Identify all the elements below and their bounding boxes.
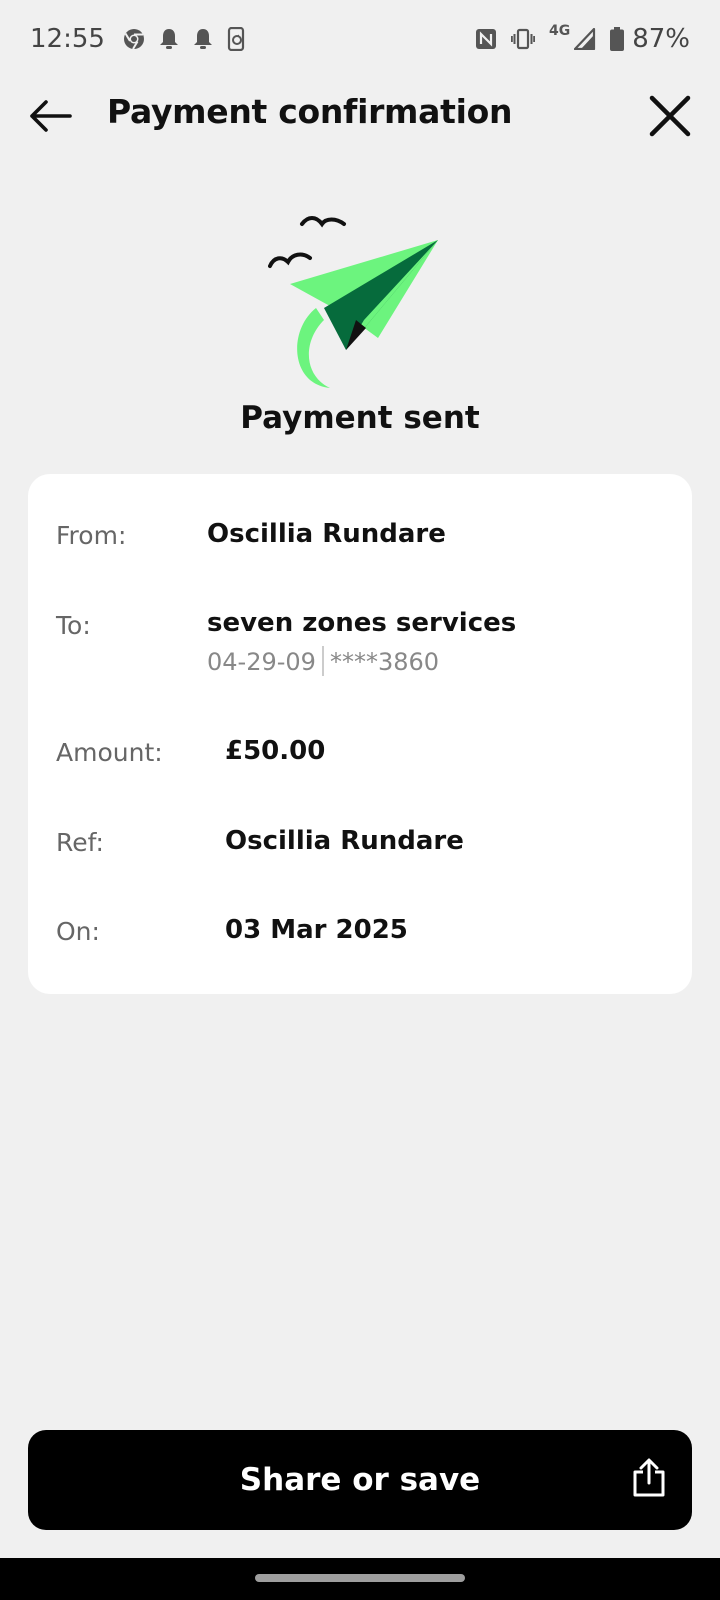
nfc-icon bbox=[475, 28, 497, 50]
to-account-details: 04-29-09 ****3860 bbox=[207, 646, 440, 678]
date-label: On: bbox=[56, 917, 100, 946]
ref-label: Ref: bbox=[56, 828, 104, 857]
share-button-label: Share or save bbox=[239, 1462, 481, 1498]
account-number: ****3860 bbox=[329, 648, 440, 676]
bird-icon bbox=[300, 216, 346, 228]
status-left: 12:55 bbox=[30, 24, 247, 54]
battery-percent: 87% bbox=[632, 24, 690, 54]
notification-bell-icon bbox=[193, 28, 213, 50]
phone-sync-icon bbox=[227, 27, 247, 51]
page-title: Payment confirmation bbox=[107, 92, 513, 131]
close-icon bbox=[649, 95, 691, 137]
amount-value: £50.00 bbox=[225, 736, 326, 766]
from-label: From: bbox=[56, 521, 127, 550]
share-upload-icon bbox=[632, 1458, 666, 1502]
arrow-left-icon bbox=[30, 100, 72, 132]
share-or-save-button[interactable]: Share or save bbox=[28, 1430, 692, 1530]
chrome-icon bbox=[123, 28, 145, 50]
bird-icon bbox=[268, 252, 312, 268]
to-value: seven zones services bbox=[207, 608, 517, 638]
from-value: Oscillia Rundare bbox=[207, 519, 446, 549]
payment-sent-title: Payment sent bbox=[240, 400, 480, 436]
home-indicator[interactable] bbox=[255, 1574, 465, 1582]
payment-details-card: From: Oscillia Rundare To: seven zones s… bbox=[28, 474, 692, 994]
divider bbox=[321, 646, 324, 676]
battery-icon bbox=[610, 27, 625, 51]
header: Payment confirmation bbox=[0, 78, 720, 154]
signal-icon bbox=[574, 28, 596, 50]
to-label: To: bbox=[56, 611, 91, 640]
network-label: 4G bbox=[548, 23, 571, 39]
vibrate-icon bbox=[510, 28, 535, 50]
date-value: 03 Mar 2025 bbox=[225, 915, 408, 945]
ref-value: Oscillia Rundare bbox=[225, 826, 464, 856]
notification-bell-icon bbox=[159, 28, 179, 50]
paper-plane-illustration bbox=[268, 212, 458, 402]
back-button[interactable] bbox=[26, 94, 74, 138]
close-button[interactable] bbox=[646, 92, 694, 140]
amount-label: Amount: bbox=[56, 738, 163, 767]
status-right: 4G 87% bbox=[475, 23, 690, 54]
system-nav-bar bbox=[0, 1558, 720, 1600]
status-bar: 12:55 4G 87% bbox=[0, 0, 720, 78]
sort-code: 04-29-09 bbox=[207, 648, 316, 676]
status-time: 12:55 bbox=[30, 24, 105, 54]
